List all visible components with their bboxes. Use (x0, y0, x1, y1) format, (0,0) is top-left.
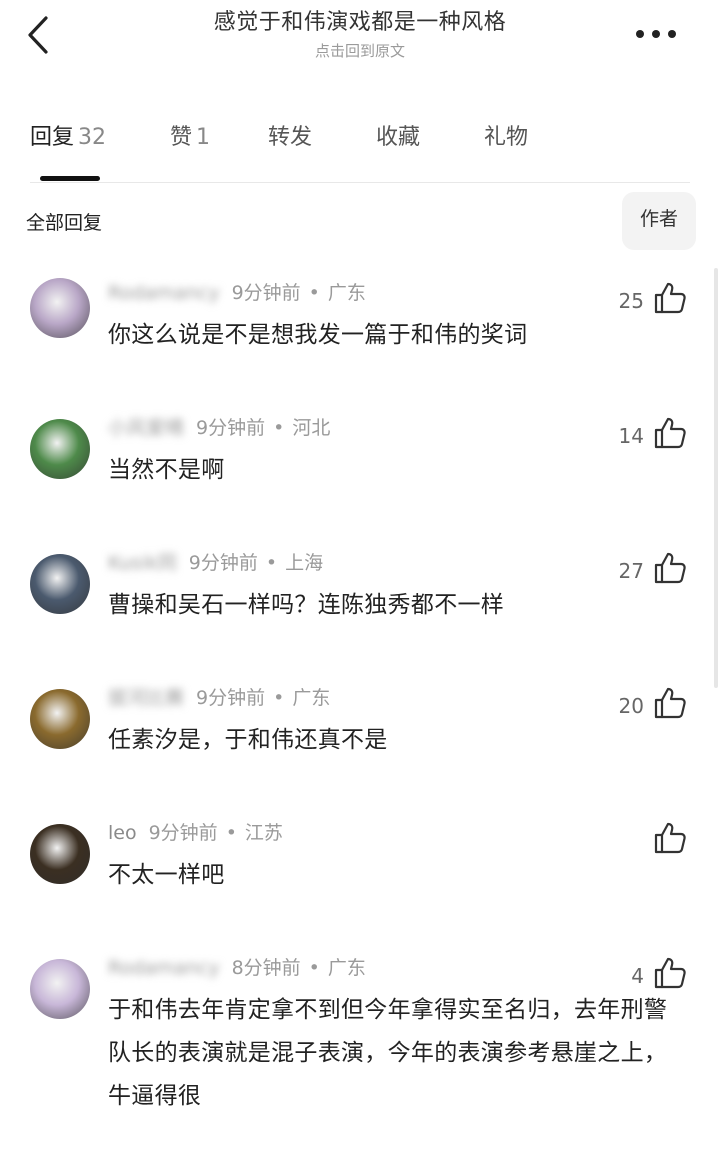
comment-text: 任素汐是，于和伟还真不是 (108, 727, 388, 753)
comment-location: 上海 (285, 552, 324, 574)
author-filter-button[interactable]: 作者 (622, 192, 696, 250)
separator-dot: • (225, 822, 237, 844)
comment-location: 江苏 (244, 822, 283, 844)
like-control[interactable] (590, 820, 690, 860)
tab-label: 回复 (30, 125, 75, 150)
comment-meta: Kusik同 9分钟前 • 上海 (108, 548, 323, 578)
comment-meta: 拔河比赛 9分钟前 • 广东 (108, 683, 330, 713)
username[interactable]: leo (108, 818, 137, 848)
comment-time: 9分钟前 (188, 552, 258, 574)
tab-count: 32 (78, 125, 107, 150)
tab-count: 1 (196, 125, 211, 150)
comment-meta: Rodamancy 9分钟前 • 广东 (108, 278, 366, 308)
thumbs-up-icon[interactable] (652, 955, 688, 991)
like-count: 4 (631, 964, 644, 988)
thumbs-up-icon[interactable] (652, 685, 688, 721)
separator-dot: • (308, 957, 320, 979)
comment-location: 广东 (292, 687, 331, 709)
scrollbar[interactable] (714, 268, 718, 688)
like-control[interactable]: 4 (590, 955, 690, 995)
divider (30, 182, 690, 183)
username[interactable]: Kusik同 (108, 548, 177, 578)
comment-text: 于和伟去年肯定拿不到但今年拿得实至名归，去年刑警队长的表演就是混子表演，今年的表… (108, 997, 668, 1109)
thumbs-up-icon[interactable] (652, 820, 688, 856)
tab-reposts[interactable]: 转发 (268, 122, 312, 154)
active-tab-indicator (40, 176, 100, 181)
comment-text: 不太一样吧 (108, 862, 225, 888)
tab-label: 收藏 (376, 125, 421, 150)
username[interactable]: 小风爱晴 (108, 413, 184, 443)
comment-location: 河北 (292, 417, 331, 439)
back-to-original-link[interactable]: 点击回到原文 (110, 40, 610, 62)
separator-dot: • (308, 282, 320, 304)
username[interactable]: Rodamancy (108, 953, 220, 983)
comment-time: 8分钟前 (231, 957, 301, 979)
tab-likes[interactable]: 赞1 (170, 122, 210, 154)
avatar[interactable] (30, 824, 90, 884)
avatar[interactable] (30, 419, 90, 479)
username[interactable]: 拔河比赛 (108, 683, 184, 713)
separator-dot: • (273, 417, 285, 439)
comment-meta: Rodamancy 8分钟前 • 广东 (108, 953, 366, 983)
tab-label: 转发 (268, 125, 313, 150)
comment-time: 9分钟前 (196, 417, 266, 439)
comment-location: 广东 (327, 957, 366, 979)
comment-text: 当然不是啊 (108, 457, 225, 483)
thumbs-up-icon[interactable] (652, 415, 688, 451)
comment-meta: leo 9分钟前 • 江苏 (108, 818, 283, 848)
top-bar: 感觉于和伟演戏都是一种风格 点击回到原文 (0, 0, 720, 90)
like-control[interactable]: 27 (590, 550, 690, 590)
page-title: 感觉于和伟演戏都是一种风格 (213, 10, 507, 35)
comment-text: 你这么说是不是想我发一篇于和伟的奖词 (108, 322, 528, 348)
like-control[interactable]: 25 (590, 280, 690, 320)
comment-location: 广东 (327, 282, 366, 304)
avatar[interactable] (30, 959, 90, 1019)
like-control[interactable]: 20 (590, 685, 690, 725)
comment-meta: 小风爱晴 9分钟前 • 河北 (108, 413, 330, 443)
comment-time: 9分钟前 (231, 282, 301, 304)
like-count: 25 (618, 289, 644, 313)
avatar[interactable] (30, 689, 90, 749)
like-count: 27 (618, 559, 644, 583)
title-block[interactable]: 感觉于和伟演戏都是一种风格 点击回到原文 (110, 8, 610, 62)
tab-favorites[interactable]: 收藏 (376, 122, 420, 154)
thumbs-up-icon[interactable] (652, 280, 688, 316)
tab-label: 赞 (170, 125, 193, 150)
tab-bar: 回复 32 赞1 转发 收藏 礼物 (0, 110, 720, 184)
like-count: 20 (618, 694, 644, 718)
tab-replies[interactable]: 回复 32 (30, 122, 106, 154)
comment-time: 9分钟前 (148, 822, 218, 844)
separator-dot: • (273, 687, 285, 709)
tab-gifts[interactable]: 礼物 (484, 122, 528, 154)
avatar[interactable] (30, 554, 90, 614)
thumbs-up-icon[interactable] (652, 550, 688, 586)
section-title: 全部回复 (26, 212, 103, 234)
like-count: 14 (618, 424, 644, 448)
username[interactable]: Rodamancy (108, 278, 220, 308)
more-horizontal-icon[interactable] (630, 22, 682, 46)
avatar[interactable] (30, 278, 90, 338)
tab-label: 礼物 (484, 125, 529, 150)
separator-dot: • (265, 552, 278, 574)
comment-time: 9分钟前 (196, 687, 266, 709)
comment-text: 曹操和吴石一样吗？连陈独秀都不一样 (108, 592, 505, 618)
chevron-left-icon[interactable] (22, 12, 58, 58)
like-control[interactable]: 14 (590, 415, 690, 455)
